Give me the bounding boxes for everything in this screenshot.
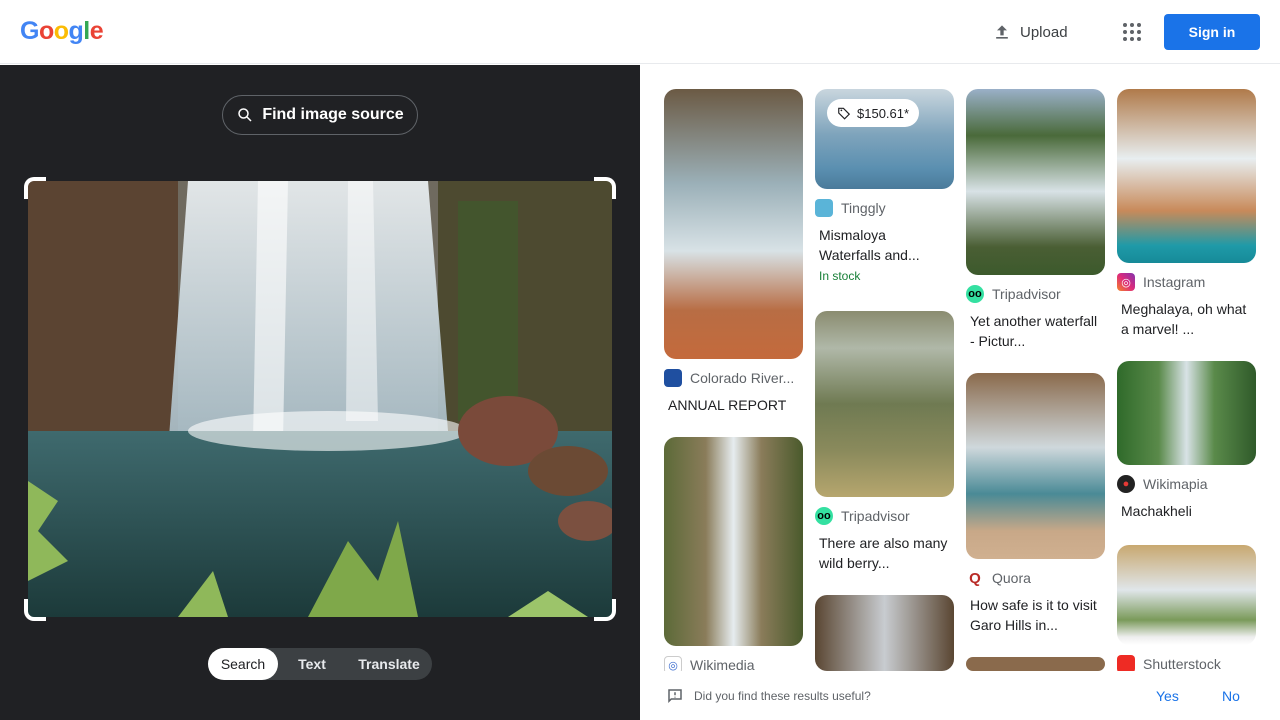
result-source-name: Shutterstock <box>1143 656 1221 672</box>
result-source: Tinggly <box>815 199 954 217</box>
tripadvisor-favicon-icon: oo <box>815 507 833 525</box>
result-thumbnail[interactable] <box>966 89 1105 275</box>
tab-search[interactable]: Search <box>208 648 278 680</box>
result-source: oo Tripadvisor <box>966 285 1105 303</box>
result-title[interactable]: Mismaloya Waterfalls and... <box>815 225 954 265</box>
wikimapia-favicon-icon: ● <box>1117 475 1135 493</box>
tinggly-favicon-icon <box>815 199 833 217</box>
result-card[interactable]: Shutterstock <box>1117 545 1256 673</box>
result-card[interactable]: Colorado River... ANNUAL REPORT <box>664 89 803 415</box>
result-thumbnail[interactable] <box>815 595 954 671</box>
result-card[interactable]: oo Tripadvisor Yet another waterfall - Pi… <box>966 89 1105 351</box>
result-thumbnail[interactable]: $150.61* <box>815 89 954 189</box>
feedback-question: Did you find these results useful? <box>666 687 871 705</box>
result-source: ◎ Instagram <box>1117 273 1256 291</box>
crop-corner-top-right[interactable] <box>594 177 616 199</box>
result-source: oo Tripadvisor <box>815 507 954 525</box>
upload-icon <box>996 25 1008 39</box>
result-source-name: Instagram <box>1143 274 1206 290</box>
result-thumbnail[interactable] <box>1117 89 1256 263</box>
upload-label: Upload <box>1020 23 1068 41</box>
result-thumbnail[interactable] <box>1117 545 1256 645</box>
feedback-bar: Did you find these results useful? Yes N… <box>640 671 1280 720</box>
result-title[interactable]: ANNUAL REPORT <box>664 395 803 415</box>
instagram-favicon-icon: ◎ <box>1117 273 1135 291</box>
result-thumbnail[interactable] <box>664 89 803 359</box>
result-card[interactable] <box>815 595 954 671</box>
result-title[interactable]: Yet another waterfall - Pictur... <box>966 311 1105 351</box>
feedback-no-button[interactable]: No <box>1222 688 1240 704</box>
result-source-name: Wikimapia <box>1143 476 1208 492</box>
apps-grid-icon[interactable] <box>1120 20 1144 44</box>
result-source-name: Tinggly <box>841 200 886 216</box>
find-image-source-label: Find image source <box>262 106 404 123</box>
result-card[interactable]: ● Wikimapia Machakheli <box>1117 361 1256 521</box>
find-image-source-button[interactable]: Find image source <box>222 95 418 135</box>
query-image <box>28 181 612 617</box>
upload-button[interactable]: Upload <box>992 20 1068 44</box>
result-title[interactable]: Machakheli <box>1117 501 1256 521</box>
price-tag: $150.61* <box>827 99 920 127</box>
lens-search-icon <box>238 108 252 122</box>
result-thumbnail[interactable] <box>966 373 1105 559</box>
result-source: ● Wikimapia <box>1117 475 1256 493</box>
result-thumbnail[interactable] <box>1117 361 1256 465</box>
result-source-name: Tripadvisor <box>992 286 1061 302</box>
tab-text[interactable]: Text <box>278 648 346 680</box>
feedback-icon <box>668 689 682 704</box>
crop-corner-bottom-right[interactable] <box>594 599 616 621</box>
result-card[interactable]: oo Tripadvisor There are also many wild b… <box>815 311 954 573</box>
result-card[interactable]: $150.61* Tinggly Mismaloya Waterfalls an… <box>815 89 954 283</box>
tripadvisor-favicon-icon: oo <box>966 285 984 303</box>
price-value: $150.61* <box>857 105 910 121</box>
result-source-name: Colorado River... <box>690 370 795 386</box>
result-card[interactable] <box>966 657 1105 671</box>
crop-corner-bottom-left[interactable] <box>24 599 46 621</box>
result-title[interactable]: How safe is it to visit Garo Hills in... <box>966 595 1105 635</box>
search-mode-tabs: Search Text Translate <box>208 648 432 680</box>
result-title[interactable]: There are also many wild berry... <box>815 533 954 573</box>
result-source-name: Quora <box>992 570 1031 586</box>
quora-favicon-icon: Q <box>966 569 984 587</box>
visual-matches-panel: Colorado River... ANNUAL REPORT ◎ Wikimed… <box>640 65 1280 720</box>
result-thumbnail[interactable] <box>815 311 954 497</box>
feedback-yes-button[interactable]: Yes <box>1156 688 1179 704</box>
price-tag-icon <box>838 107 851 120</box>
result-title[interactable]: Meghalaya, oh what a marvel! ... <box>1117 299 1256 339</box>
result-source-name: Tripadvisor <box>841 508 910 524</box>
result-thumbnail[interactable] <box>966 657 1105 671</box>
feedback-question-text: Did you find these results useful? <box>694 689 871 703</box>
tab-translate[interactable]: Translate <box>346 648 432 680</box>
result-card[interactable]: ◎ Wikimedia <box>664 437 803 674</box>
top-bar: Google Upload Sign in <box>0 0 1280 64</box>
sign-in-button[interactable]: Sign in <box>1164 14 1260 50</box>
result-card[interactable]: Q Quora How safe is it to visit Garo Hill… <box>966 373 1105 635</box>
google-logo[interactable]: Google <box>20 17 104 46</box>
result-card[interactable]: ◎ Instagram Meghalaya, oh what a marvel! … <box>1117 89 1256 339</box>
crop-corner-top-left[interactable] <box>24 177 46 199</box>
query-image-panel: Find image source Search Text Translate <box>0 65 640 720</box>
colorado-river-favicon-icon <box>664 369 682 387</box>
in-stock-label: In stock <box>819 269 861 283</box>
result-thumbnail[interactable] <box>664 437 803 646</box>
result-source: Q Quora <box>966 569 1105 587</box>
result-source: Colorado River... <box>664 369 803 387</box>
